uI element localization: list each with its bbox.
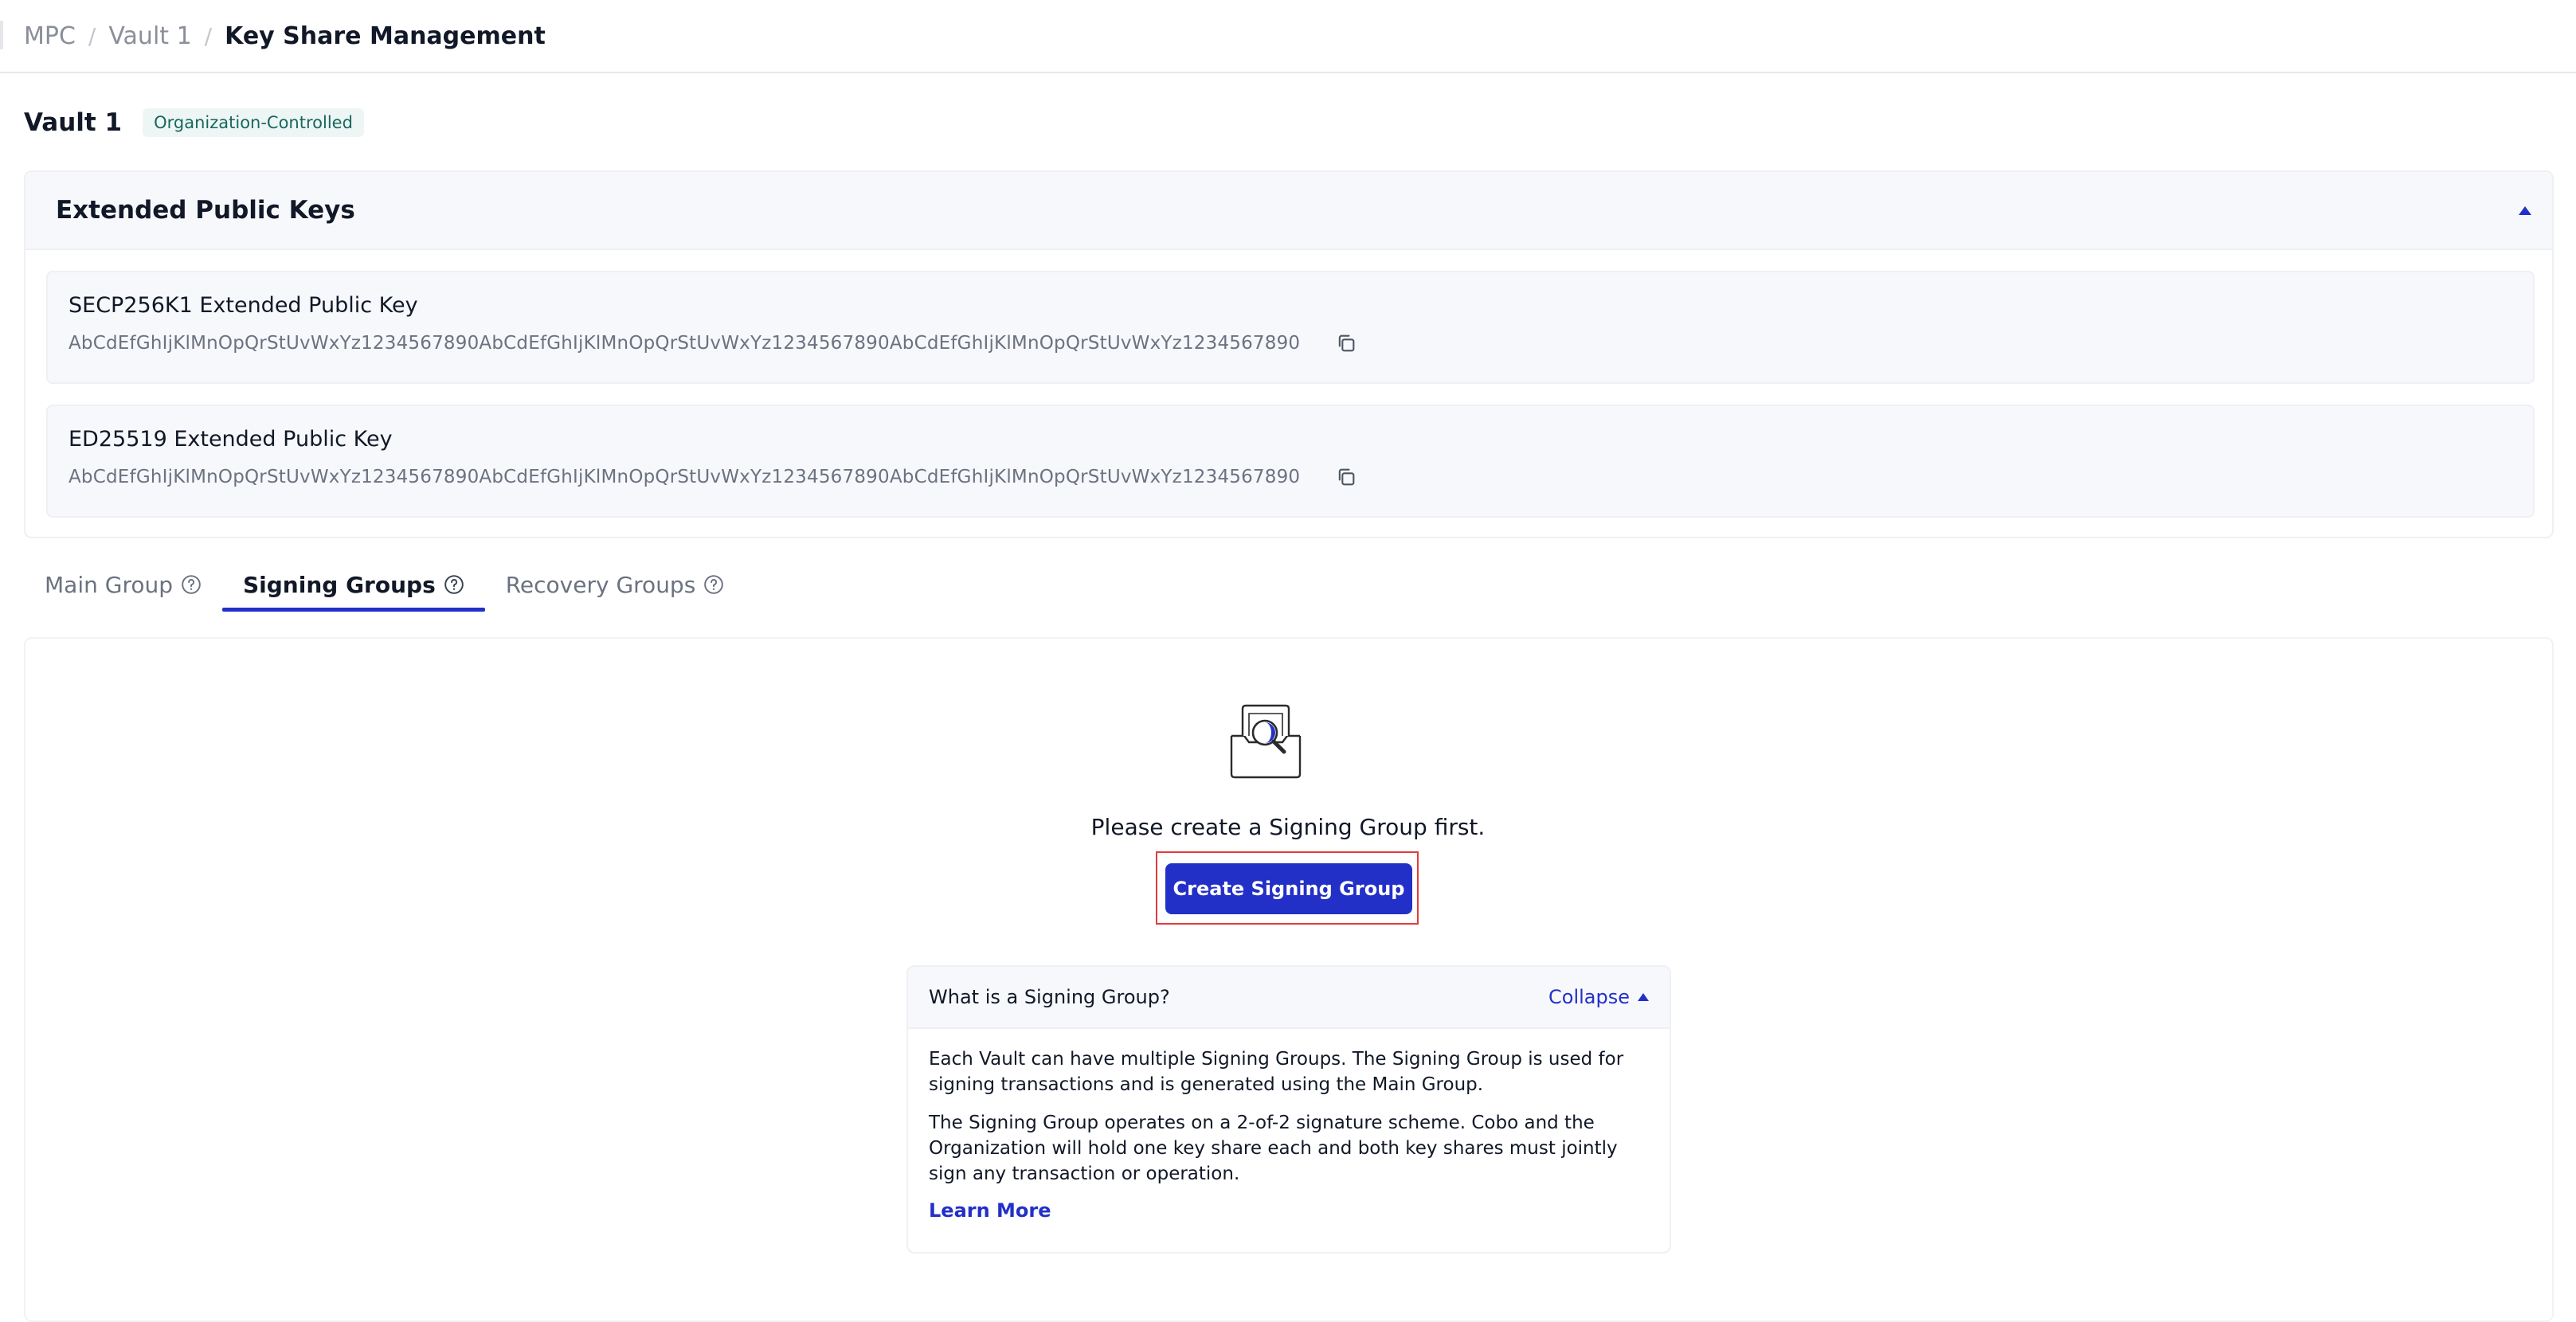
vault-header: Vault 1 Organization-Controlled [24, 107, 364, 139]
group-tabs: Main Group Signing Groups Recovery Group… [24, 557, 745, 612]
help-icon[interactable] [703, 574, 724, 595]
extended-public-keys-card: Extended Public Keys SECP256K1 Extended … [24, 170, 2554, 538]
caret-up-icon [1638, 993, 1649, 1001]
key-title: SECP256K1 Extended Public Key [69, 293, 418, 318]
tab-recovery-groups[interactable]: Recovery Groups [485, 557, 746, 612]
tab-label: Main Group [45, 571, 173, 598]
empty-state-message: Please create a Signing Group first. [1090, 814, 1486, 840]
breadcrumb-separator: / [204, 22, 213, 49]
left-edge-handle [0, 21, 3, 49]
top-bar: MPC / Vault 1 / Key Share Management [0, 0, 2576, 73]
vault-name: Vault 1 [24, 108, 123, 137]
help-icon[interactable] [444, 574, 464, 595]
key-value: AbCdEfGhIjKlMnOpQrStUvWxYz1234567890AbCd… [69, 333, 1301, 354]
info-body: Each Vault can have multiple Signing Gro… [908, 1029, 1670, 1222]
info-header: What is a Signing Group? Collapse [908, 967, 1670, 1029]
extended-public-keys-header[interactable]: Extended Public Keys [25, 172, 2552, 250]
tab-signing-groups[interactable]: Signing Groups [222, 557, 485, 612]
collapse-label: Collapse [1548, 986, 1630, 1008]
breadcrumb-separator: / [88, 22, 96, 49]
create-signing-group-button[interactable]: Create Signing Group [1165, 863, 1412, 914]
tab-main-group[interactable]: Main Group [24, 557, 222, 612]
extended-public-keys-title: Extended Public Keys [56, 196, 355, 225]
learn-more-link[interactable]: Learn More [929, 1199, 1649, 1222]
copy-icon[interactable] [1335, 332, 1357, 354]
info-paragraph: The Signing Group operates on a 2-of-2 s… [929, 1113, 1618, 1184]
info-paragraph: Each Vault can have multiple Signing Gro… [929, 1049, 1624, 1095]
tab-label: Recovery Groups [505, 571, 696, 598]
tab-label: Signing Groups [243, 571, 436, 598]
key-value: AbCdEfGhIjKlMnOpQrStUvWxYz1234567890AbCd… [69, 467, 1301, 487]
breadcrumb-mpc[interactable]: MPC [24, 22, 76, 50]
collapse-caret-icon[interactable] [2519, 205, 2531, 215]
breadcrumb-current: Key Share Management [225, 22, 546, 50]
copy-icon[interactable] [1335, 466, 1357, 488]
breadcrumb-vault[interactable]: Vault 1 [108, 22, 191, 50]
signing-group-info-box: What is a Signing Group? Collapse Each V… [906, 965, 1671, 1254]
empty-folder-search-icon [1230, 704, 1302, 779]
secp256k1-key-row: SECP256K1 Extended Public Key AbCdEfGhIj… [46, 271, 2535, 384]
info-question: What is a Signing Group? [929, 986, 1170, 1008]
collapse-button[interactable]: Collapse [1548, 986, 1649, 1008]
key-title: ED25519 Extended Public Key [69, 427, 393, 452]
vault-type-badge: Organization-Controlled [143, 108, 364, 137]
help-icon[interactable] [181, 574, 202, 595]
ed25519-key-row: ED25519 Extended Public Key AbCdEfGhIjKl… [46, 405, 2535, 518]
